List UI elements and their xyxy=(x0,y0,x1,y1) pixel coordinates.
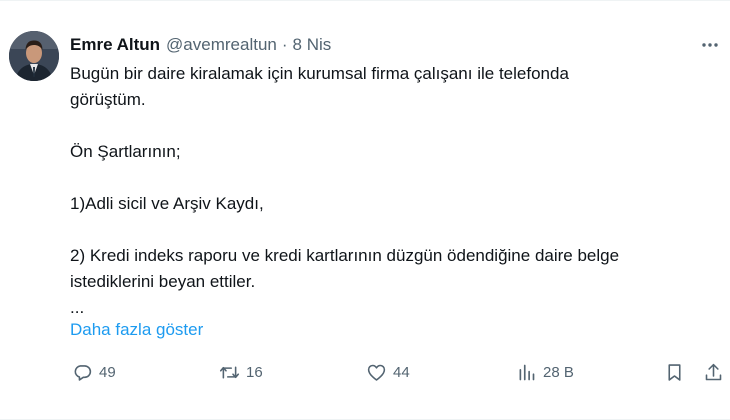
like-button[interactable]: 44 xyxy=(366,359,410,385)
tweet-text-line: istediklerini beyan ettiler. xyxy=(70,272,256,291)
avatar[interactable] xyxy=(9,31,59,81)
tweet-header: Emre Altun @avemrealtun · 8 Nis xyxy=(70,34,730,56)
avatar-image xyxy=(9,31,59,81)
separator-dot: · xyxy=(281,35,288,54)
retweet-count: 16 xyxy=(246,363,263,381)
tweet-date[interactable]: 8 Nis xyxy=(293,34,332,56)
action-bar: 49 16 44 28 B xyxy=(70,359,730,385)
reply-count: 49 xyxy=(99,363,116,381)
author-handle[interactable]: @avemrealtun xyxy=(166,34,277,56)
more-horizontal-icon xyxy=(702,43,718,47)
tweet-text-line xyxy=(70,217,710,243)
more-options-button[interactable] xyxy=(698,34,722,56)
show-more-link[interactable]: Daha fazla göster xyxy=(70,317,203,343)
reply-button[interactable]: 49 xyxy=(72,359,116,385)
tweet-text-line: 2) Kredi indeks raporu ve kredi kartları… xyxy=(70,246,620,265)
like-count: 44 xyxy=(393,363,410,381)
bookmark-icon xyxy=(668,363,681,381)
retweet-button[interactable]: 16 xyxy=(219,359,263,385)
view-count: 28 B xyxy=(543,363,574,381)
tweet-text: Bugün bir daire kiralamak için kurumsal … xyxy=(70,61,710,321)
author-name[interactable]: Emre Altun xyxy=(70,34,160,56)
views-icon xyxy=(519,364,535,380)
tweet-text-line xyxy=(70,113,710,139)
tweet-text-line: görüştüm. xyxy=(70,90,146,109)
tweet-text-line: Bugün bir daire kiralamak için kurumsal … xyxy=(70,64,569,83)
tweet-text-line xyxy=(70,165,710,191)
retweet-icon xyxy=(219,365,240,379)
reply-icon xyxy=(74,364,92,381)
share-button[interactable] xyxy=(703,359,724,385)
tweet-text-line: 1)Adli sicil ve Arşiv Kaydı, xyxy=(70,194,264,213)
tweet-card[interactable]: Emre Altun @avemrealtun · 8 Nis Bugün bi… xyxy=(0,0,730,420)
views-button[interactable]: 28 B xyxy=(516,359,574,385)
heart-icon xyxy=(367,364,386,381)
bookmark-button[interactable] xyxy=(664,359,685,385)
tweet-text-line: Ön Şartlarının; xyxy=(70,142,181,161)
share-icon xyxy=(705,363,722,380)
